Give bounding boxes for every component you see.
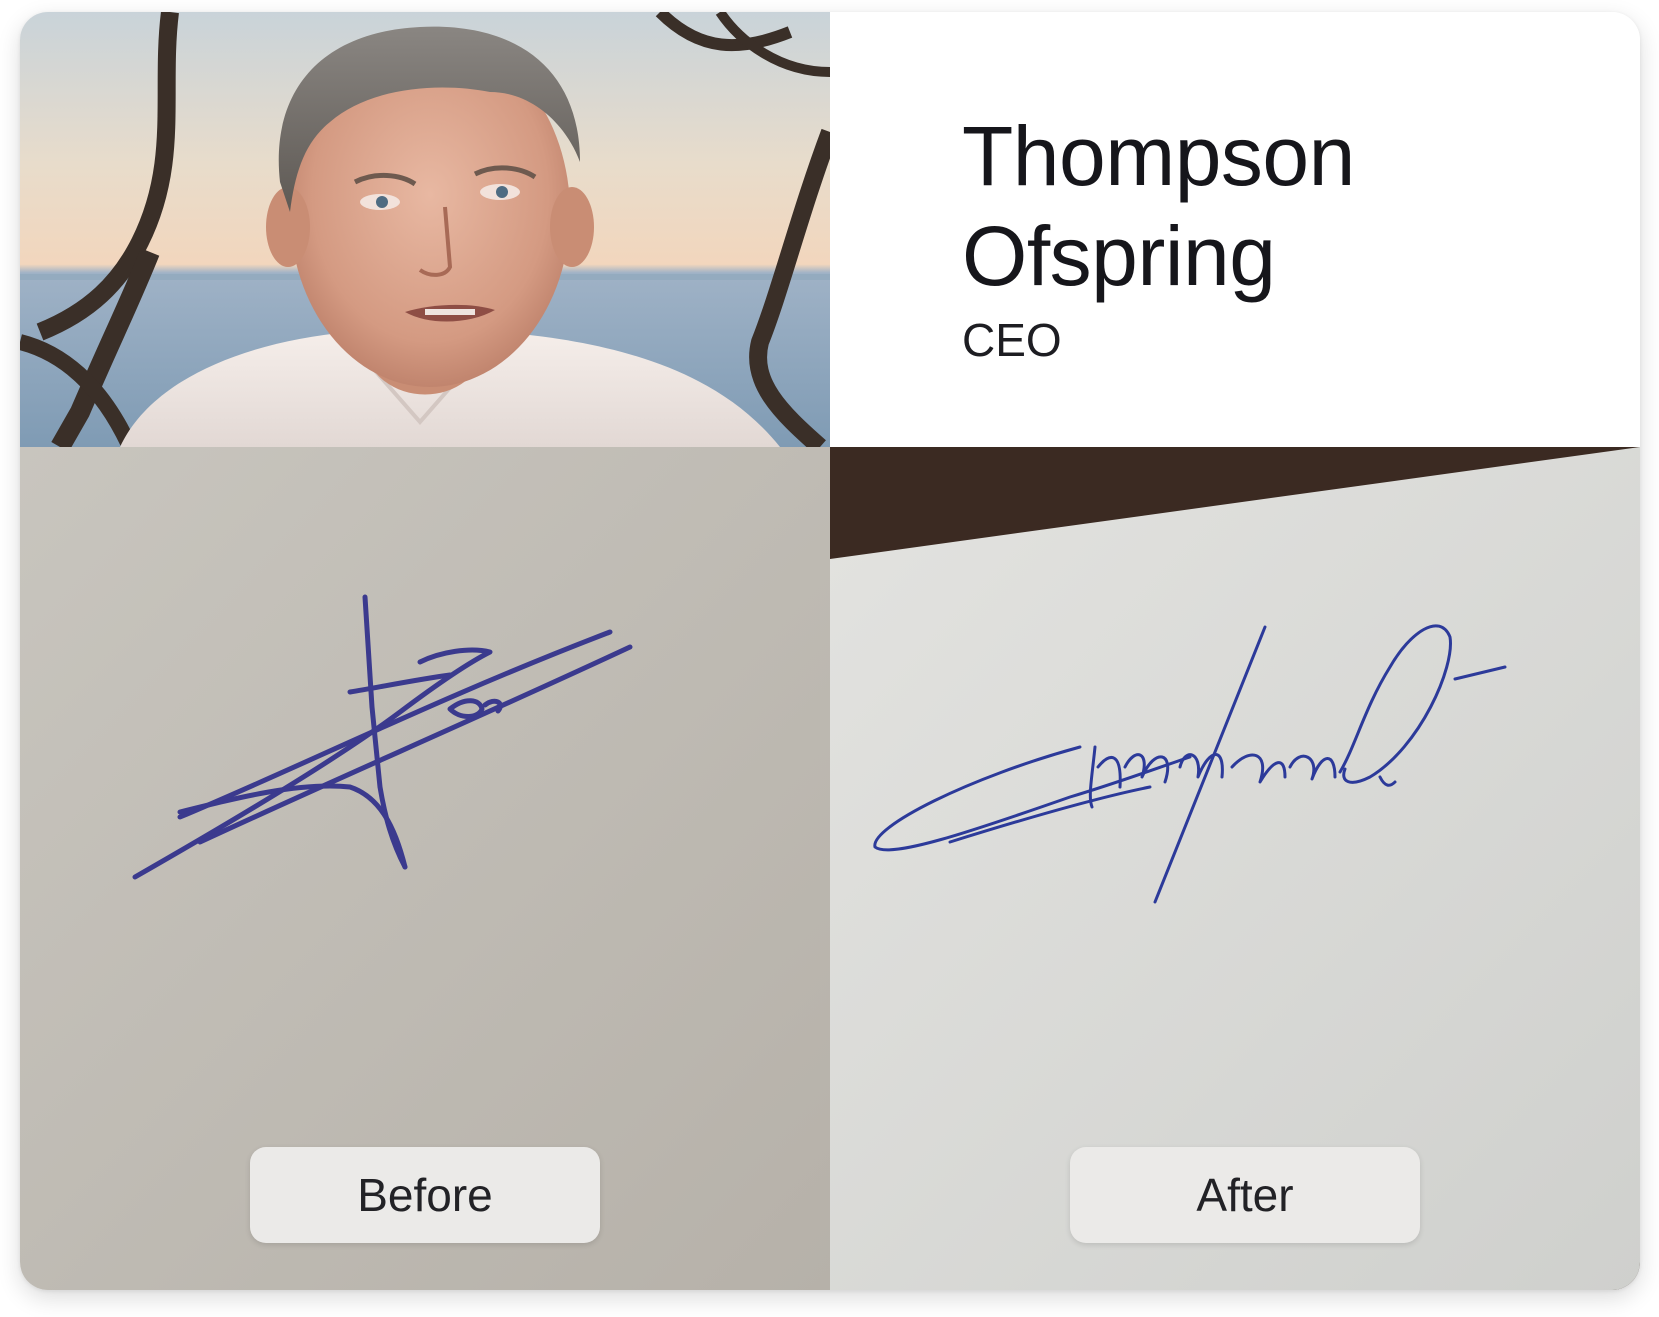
profile-info: Thompson Ofspring CEO [830, 12, 1640, 447]
profile-card: Thompson Ofspring CEO Before After [20, 12, 1640, 1290]
after-panel: After [830, 447, 1640, 1290]
last-name: Ofspring [962, 209, 1276, 303]
first-name: Thompson [962, 109, 1355, 203]
portrait-photo [20, 12, 830, 447]
person-role: CEO [962, 314, 1062, 366]
portrait-image [20, 12, 830, 447]
after-label-button[interactable]: After [1070, 1147, 1420, 1243]
before-label-button[interactable]: Before [250, 1147, 600, 1243]
before-panel: Before [20, 447, 830, 1290]
person-name: Thompson Ofspring [962, 106, 1582, 306]
